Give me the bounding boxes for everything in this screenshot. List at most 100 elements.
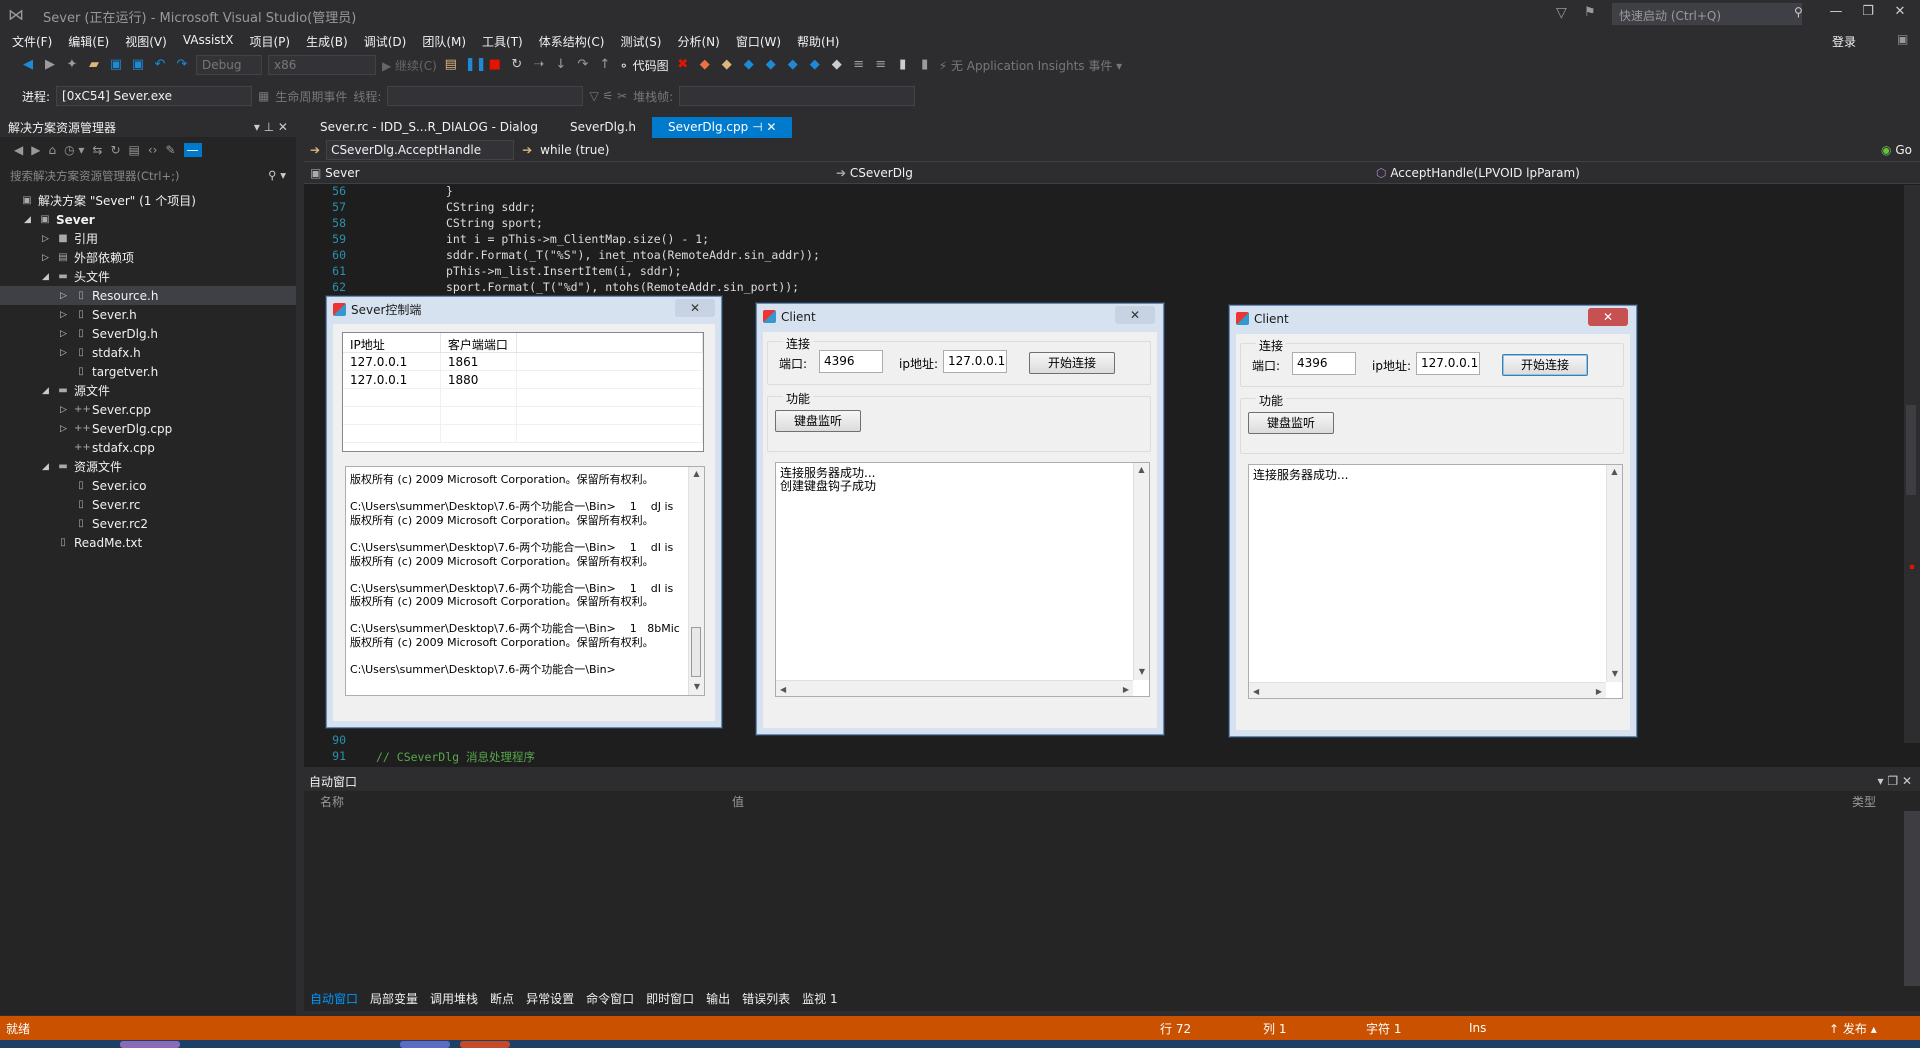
tree-item[interactable]: ◢ ▣ Sever	[0, 210, 296, 229]
search-icon[interactable]: ⚲ ▾	[268, 168, 286, 182]
menu-item[interactable]: 工具(T)	[474, 30, 531, 53]
va-tool-icon-6[interactable]: ◆	[807, 57, 823, 73]
search-icon[interactable]: ⚲	[1794, 5, 1803, 19]
lifecycle-select[interactable]: 生命周期事件	[275, 88, 347, 105]
thread-select[interactable]	[387, 86, 584, 106]
server-log-textbox[interactable]: 版权所有 (c) 2009 Microsoft Corporation。保留所有…	[345, 466, 705, 696]
tree-item[interactable]: ▯ ReadMe.txt	[0, 533, 296, 552]
maximize-button[interactable]: ❐	[1854, 4, 1882, 26]
save-icon[interactable]: ▣	[108, 57, 124, 73]
bookmark-next-icon[interactable]: ▮	[917, 57, 933, 73]
publish-button[interactable]: ↑ 发布 ▴	[1829, 1020, 1877, 1037]
properties-icon[interactable]: ✎	[165, 143, 175, 157]
tree-item[interactable]: ▷ ■ 引用	[0, 229, 296, 248]
menu-item[interactable]: 窗口(W)	[728, 30, 789, 53]
pause-icon[interactable]: ❚❚	[465, 57, 487, 73]
expand-arrow-icon[interactable]: ▷	[42, 253, 56, 263]
expand-arrow-icon[interactable]: ◢	[24, 215, 38, 225]
stack-frame-select[interactable]	[679, 86, 916, 106]
browser-icon[interactable]: ▤	[443, 57, 459, 73]
menu-item[interactable]: 团队(M)	[414, 30, 474, 53]
back-icon[interactable]: ◀	[14, 143, 23, 157]
menu-item[interactable]: 视图(V)	[117, 30, 175, 53]
class-select[interactable]: ➔ CSeverDlg	[830, 166, 1370, 180]
hex-icon[interactable]: ✖	[675, 57, 691, 73]
refresh-icon[interactable]: ↻	[110, 143, 120, 157]
autos-scrollbar[interactable]	[1904, 811, 1920, 986]
expand-arrow-icon[interactable]: ◢	[42, 386, 56, 396]
column-header[interactable]: 客户端端口	[441, 333, 518, 352]
step-out-icon[interactable]: ↑	[597, 57, 613, 73]
keyboard-monitor-button[interactable]: 键盘监听	[775, 410, 861, 432]
expand-arrow-icon[interactable]: ▷	[60, 329, 74, 339]
client-log-textbox[interactable]: 连接服务器成功... 创建键盘钩子成功 ▲ ▼ ◀ ▶	[775, 462, 1150, 697]
tree-item[interactable]: ▷ ++ Sever.cpp	[0, 400, 296, 419]
tree-item[interactable]: ▷ ++ SeverDlg.cpp	[0, 419, 296, 438]
editor-tab[interactable]: Sever.rc - IDD_S...R_DIALOG - Dialog	[304, 117, 554, 138]
client-log-textbox[interactable]: 连接服务器成功... ▲ ▼ ◀ ▶	[1248, 464, 1623, 699]
tree-item[interactable]: ▯ targetver.h	[0, 362, 296, 381]
expand-arrow-icon[interactable]: ◢	[42, 272, 56, 282]
login-link[interactable]: 登录	[1832, 33, 1856, 50]
ip-input[interactable]: 127.0.0.1	[943, 350, 1007, 373]
thread-filter-icon[interactable]: ▽ ⚟ ✂	[589, 89, 627, 103]
va-tool-icon-3[interactable]: ◆	[741, 57, 757, 73]
expand-arrow-icon[interactable]: ▷	[60, 348, 74, 358]
tree-item[interactable]: ▷ ▤ 外部依赖项	[0, 248, 296, 267]
show-next-statement-icon[interactable]: ➝	[531, 57, 547, 73]
menu-item[interactable]: 文件(F)	[4, 30, 60, 53]
forward-icon[interactable]: ▶	[31, 143, 40, 157]
stop-icon[interactable]: ■	[487, 57, 503, 73]
outdent-icon[interactable]: ≡	[873, 57, 889, 73]
code-view-icon[interactable]: ‹›	[148, 143, 158, 157]
tree-item[interactable]: ▷ ▯ SeverDlg.h	[0, 324, 296, 343]
log-scrollbar[interactable]: ▲ ▼	[688, 467, 704, 695]
log-hscrollbar[interactable]: ◀ ▶	[1249, 682, 1606, 698]
ip-input[interactable]: 127.0.0.1	[1416, 352, 1480, 375]
minimize-button[interactable]: —	[1822, 4, 1850, 26]
bottom-tab[interactable]: 监视 1	[796, 988, 843, 1010]
va-tool-icon-5[interactable]: ◆	[785, 57, 801, 73]
list-row[interactable]	[343, 389, 703, 407]
tree-item[interactable]: ▯ Sever.rc	[0, 495, 296, 514]
expand-arrow-icon[interactable]: ▷	[42, 234, 56, 244]
tree-item[interactable]: ▷ ▯ Resource.h	[0, 286, 296, 305]
list-row[interactable]: 127.0.0.1 1880	[343, 371, 703, 389]
client-list-view[interactable]: IP地址 客户端端口 127.0.0.1 1861 127.0.0.1 1880	[342, 332, 704, 452]
close-button[interactable]: ✕	[1886, 4, 1914, 26]
code-map-button[interactable]: ⚬ 代码图	[619, 57, 669, 74]
history-icon[interactable]: ◷ ▾	[64, 143, 84, 157]
expand-arrow-icon[interactable]: ▷	[60, 310, 74, 320]
col-value[interactable]: 值	[732, 793, 1852, 810]
nav-right-select[interactable]: while (true)	[540, 143, 840, 157]
bottom-tab[interactable]: 错误列表	[736, 988, 796, 1010]
va-tool-icon-4[interactable]: ◆	[763, 57, 779, 73]
col-name[interactable]: 名称	[320, 793, 732, 810]
bottom-tab[interactable]: 即时窗口	[640, 988, 700, 1010]
taskbar-app-icon[interactable]	[120, 1041, 180, 1048]
tree-item[interactable]: ▷ ▯ stdafx.h	[0, 343, 296, 362]
go-button[interactable]: ◉ Go	[1881, 143, 1920, 157]
undo-icon[interactable]: ↶	[152, 57, 168, 73]
collapse-all-icon[interactable]: ▤	[129, 143, 140, 157]
bottom-tab[interactable]: 调用堆栈	[424, 988, 484, 1010]
filter-icon[interactable]: ▽	[1556, 5, 1567, 21]
tree-item[interactable]: ◢ ▬ 头文件	[0, 267, 296, 286]
continue-button[interactable]: ▶ 继续(C)	[382, 57, 437, 74]
quick-launch-input[interactable]: 快速启动 (Ctrl+Q)	[1612, 3, 1802, 25]
bottom-tab[interactable]: 自动窗口	[304, 988, 364, 1010]
close-button[interactable]: ✕	[675, 299, 715, 317]
solution-search-input[interactable]: 搜索解决方案资源管理器(Ctrl+;) ⚲ ▾	[0, 165, 296, 185]
pane-controls[interactable]: ▾ ❐ ✕	[1878, 774, 1912, 788]
restart-icon[interactable]: ↻	[509, 57, 525, 73]
bottom-tab[interactable]: 局部变量	[364, 988, 424, 1010]
port-input[interactable]: 4396	[819, 350, 883, 373]
port-input[interactable]: 4396	[1292, 352, 1356, 375]
tree-item[interactable]: ▣ 解决方案 "Sever" (1 个项目)	[0, 191, 296, 210]
code-lines[interactable]: 56} 57 CString sddr; 58 CString sport; 59 int …	[304, 184, 1904, 296]
taskbar-app-icon[interactable]	[400, 1041, 450, 1048]
step-into-icon[interactable]: ↓	[553, 57, 569, 73]
taskbar-app-icon[interactable]	[460, 1041, 510, 1048]
menu-item[interactable]: 帮助(H)	[789, 30, 847, 53]
account-icon[interactable]: ▣	[1897, 32, 1908, 46]
